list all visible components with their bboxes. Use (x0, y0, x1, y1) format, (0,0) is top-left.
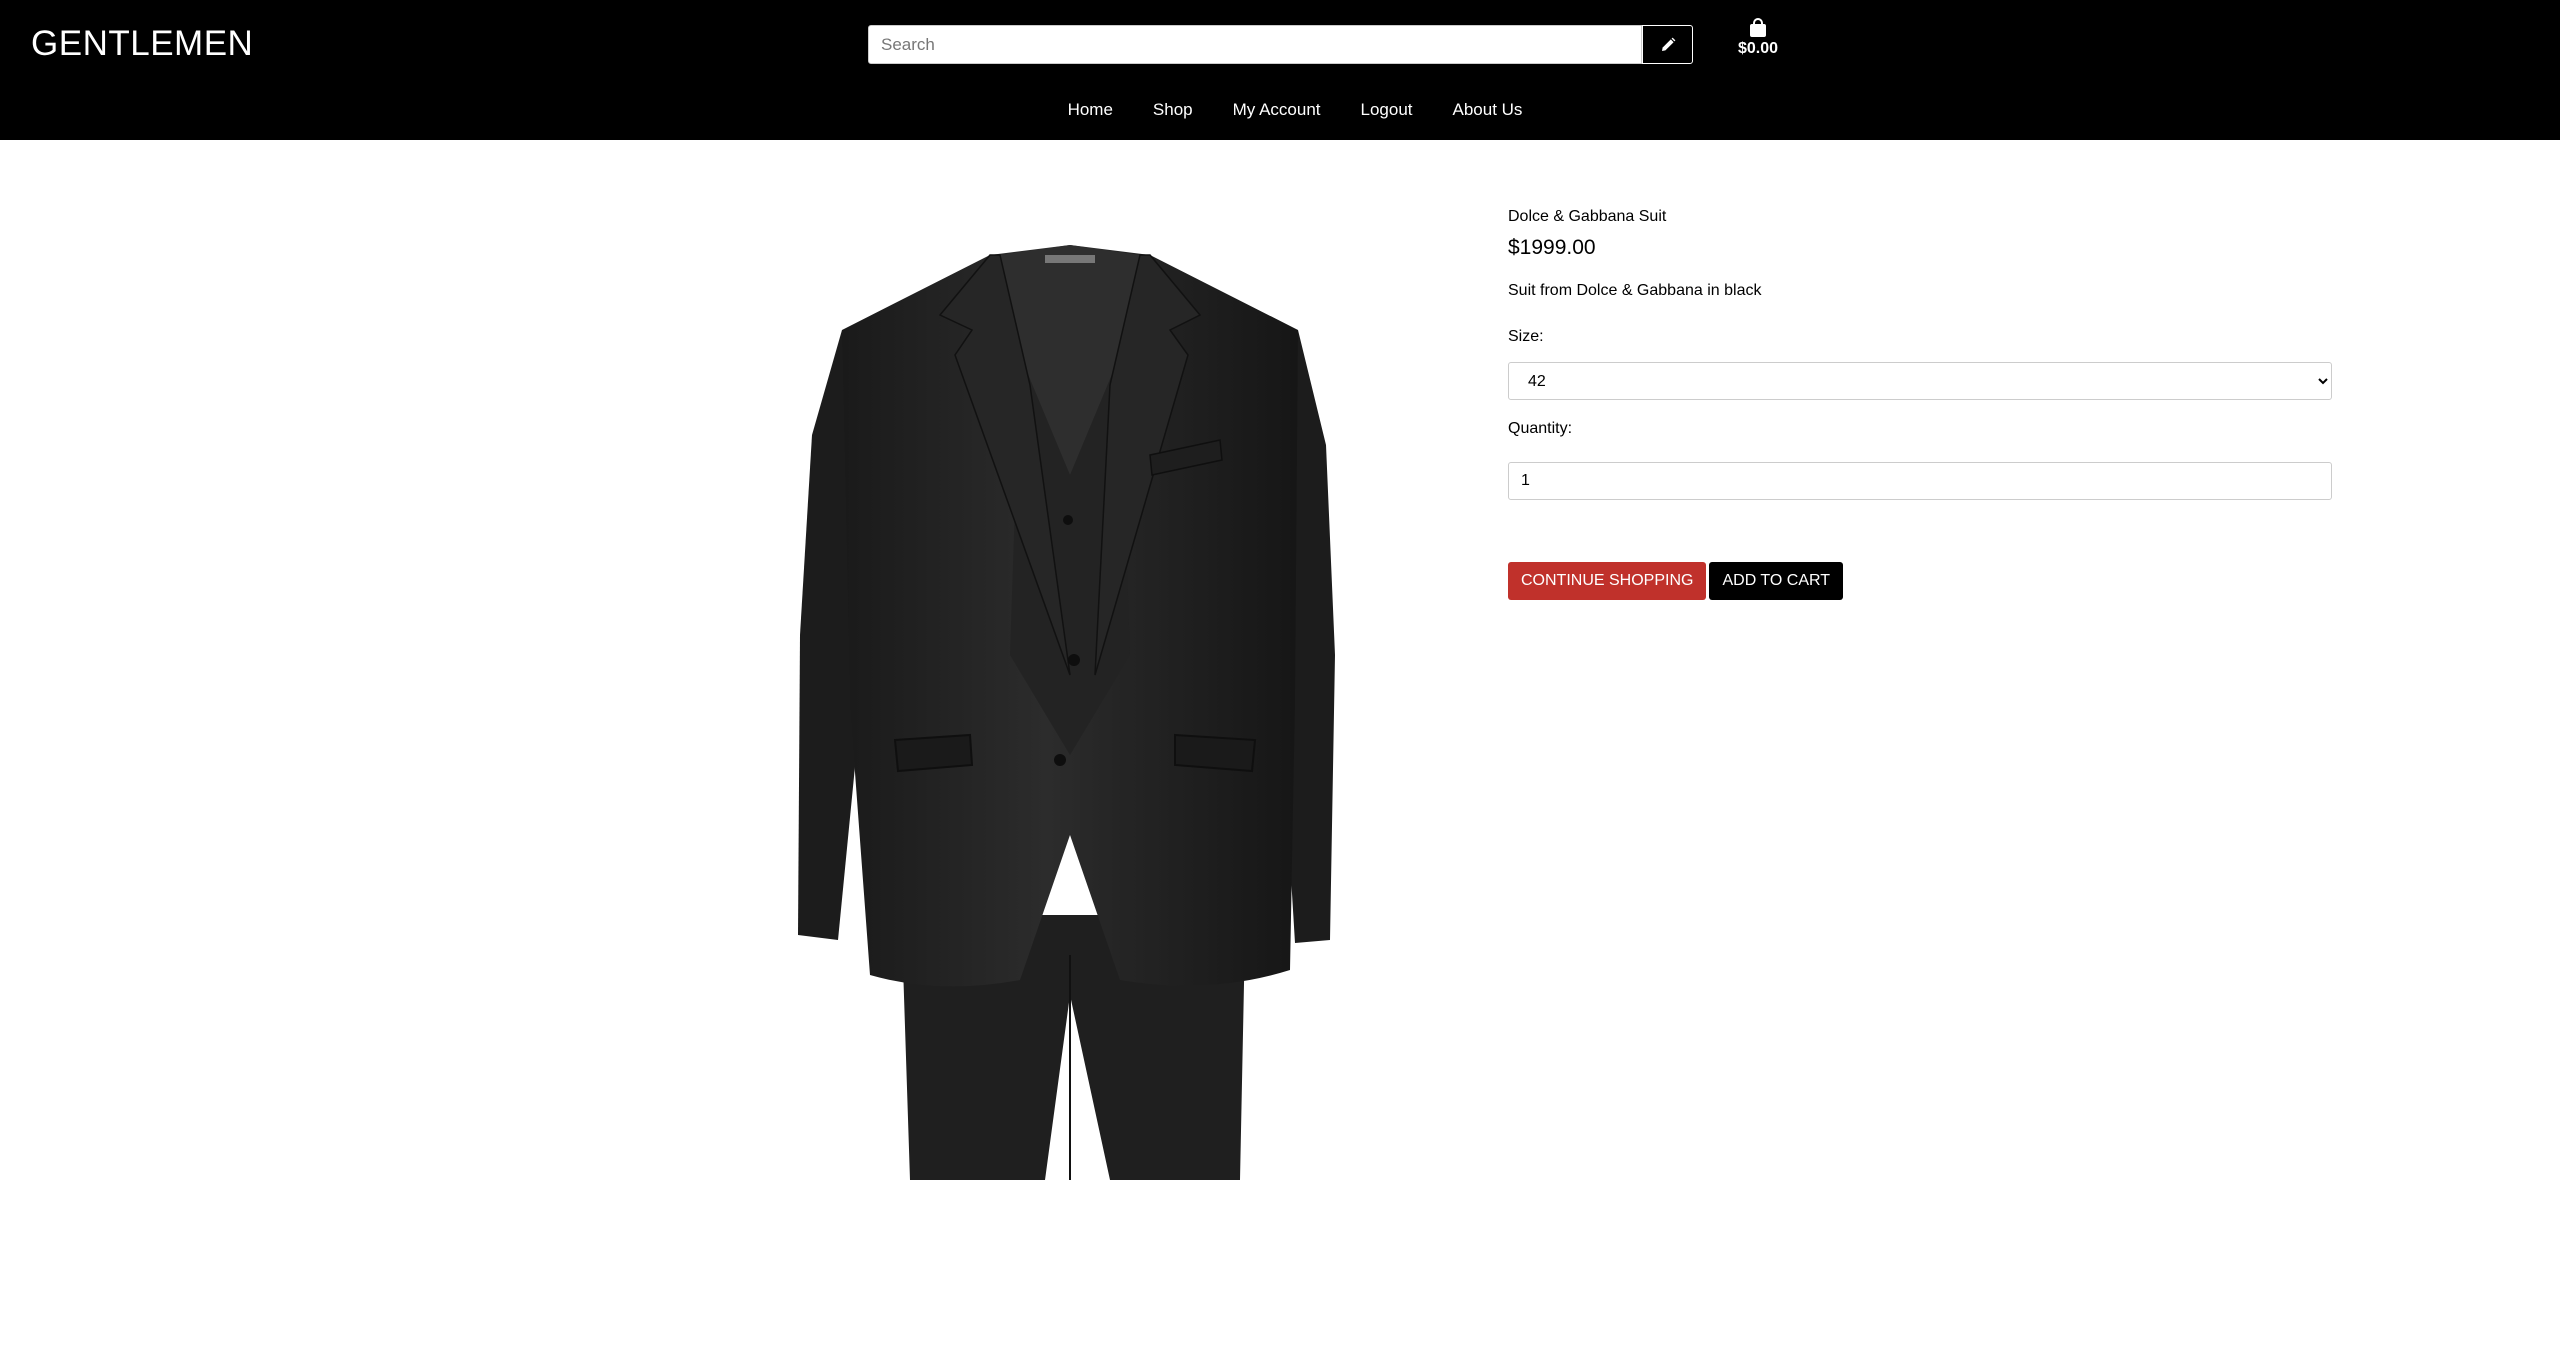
nav-item-shop[interactable]: Shop (1133, 100, 1213, 120)
pencil-icon (1661, 37, 1675, 51)
nav-item-about-us[interactable]: About Us (1433, 100, 1543, 120)
nav-item-home[interactable]: Home (1048, 100, 1133, 120)
product-description: Suit from Dolce & Gabbana in black (1508, 282, 1762, 299)
main-nav: Home Shop My Account Logout About Us (0, 100, 2560, 120)
size-label: Size: (1508, 328, 1544, 345)
site-logo[interactable]: GENTLEMEN (31, 24, 253, 64)
action-buttons: CONTINUE SHOPPING ADD TO CART (1508, 562, 2332, 600)
nav-item-my-account[interactable]: My Account (1213, 100, 1341, 120)
cart-total: $0.00 (1737, 40, 1779, 57)
shopping-bag-icon (1750, 18, 1766, 37)
search-input[interactable] (868, 25, 1643, 64)
product-details: Dolce & Gabbana Suit $1999.00 Suit from … (1508, 208, 2332, 600)
size-select[interactable]: 42 (1508, 362, 2332, 400)
nav-item-logout[interactable]: Logout (1341, 100, 1433, 120)
product-image (790, 235, 1350, 1180)
quantity-input[interactable] (1508, 462, 2332, 500)
search-bar (868, 25, 1693, 64)
search-button[interactable] (1642, 25, 1693, 64)
cart-widget[interactable]: $0.00 (1736, 18, 1780, 58)
continue-shopping-button[interactable]: CONTINUE SHOPPING (1508, 562, 1707, 600)
product-price: $1999.00 (1508, 236, 1596, 259)
site-header: GENTLEMEN $0.00 Home Shop My Account Log… (0, 0, 2560, 140)
product-name: Dolce & Gabbana Suit (1508, 208, 1667, 225)
quantity-label: Quantity: (1508, 420, 1573, 437)
add-to-cart-button[interactable]: ADD TO CART (1709, 562, 1844, 600)
